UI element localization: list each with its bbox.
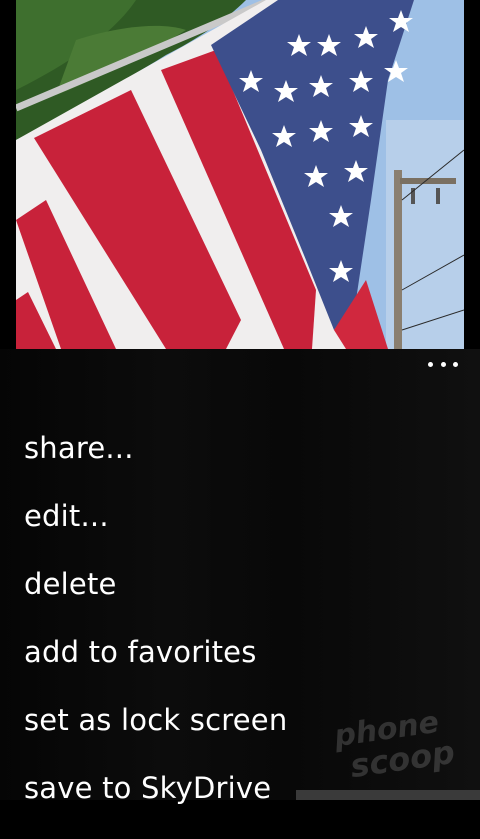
flag-image — [16, 0, 464, 349]
dot — [428, 361, 433, 367]
menu-item-add-to-favorites[interactable]: add to favorites — [24, 635, 287, 703]
ellipsis-icon[interactable] — [428, 357, 458, 371]
menu-item-set-as-lock-screen[interactable]: set as lock screen — [24, 703, 287, 771]
application-bar-menu: share... edit... delete add to favorites… — [0, 349, 480, 805]
bottom-edge-strip — [296, 790, 480, 800]
phonescoop-watermark: phone scoop — [320, 705, 470, 785]
dot — [453, 361, 458, 367]
dot — [440, 361, 446, 367]
menu-item-share[interactable]: share... — [24, 431, 287, 499]
menu-item-edit[interactable]: edit... — [24, 499, 287, 567]
context-menu: share... edit... delete add to favorites… — [24, 431, 287, 839]
menu-item-save-to-skydrive[interactable]: save to SkyDrive — [24, 771, 287, 839]
menu-item-delete[interactable]: delete — [24, 567, 287, 635]
flag-photo — [16, 0, 464, 349]
